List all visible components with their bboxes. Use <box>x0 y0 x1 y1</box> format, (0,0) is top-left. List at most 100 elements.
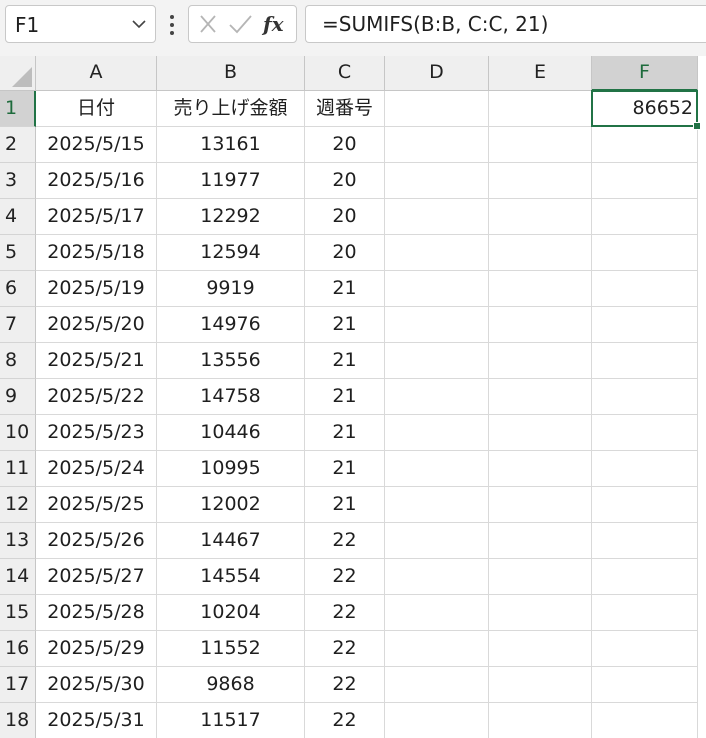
cell-c15[interactable]: 22 <box>305 595 385 631</box>
cell-f5[interactable] <box>592 235 698 271</box>
cell-b11[interactable]: 10995 <box>157 451 305 487</box>
cell-a13[interactable]: 2025/5/26 <box>36 523 157 559</box>
cell-c18[interactable]: 22 <box>305 703 385 738</box>
row-header-7[interactable]: 7 <box>0 307 36 343</box>
cell-e4[interactable] <box>489 199 592 235</box>
cell-c10[interactable]: 21 <box>305 415 385 451</box>
vertical-ellipsis-icon[interactable] <box>168 14 176 36</box>
row-header-1[interactable]: 1 <box>0 91 36 127</box>
cell-e3[interactable] <box>489 163 592 199</box>
cell-f15[interactable] <box>592 595 698 631</box>
column-header-b[interactable]: B <box>157 56 305 91</box>
check-icon[interactable] <box>225 6 255 42</box>
cell-b14[interactable]: 14554 <box>157 559 305 595</box>
row-header-16[interactable]: 16 <box>0 631 36 667</box>
cell-d7[interactable] <box>385 307 489 343</box>
row-header-12[interactable]: 12 <box>0 487 36 523</box>
row-header-5[interactable]: 5 <box>0 235 36 271</box>
cell-a7[interactable]: 2025/5/20 <box>36 307 157 343</box>
cell-d6[interactable] <box>385 271 489 307</box>
cell-f17[interactable] <box>592 667 698 703</box>
cell-f18[interactable] <box>592 703 698 738</box>
row-header-2[interactable]: 2 <box>0 127 36 163</box>
cell-a3[interactable]: 2025/5/16 <box>36 163 157 199</box>
cell-c8[interactable]: 21 <box>305 343 385 379</box>
cell-e5[interactable] <box>489 235 592 271</box>
fill-handle[interactable] <box>693 122 701 130</box>
cell-c6[interactable]: 21 <box>305 271 385 307</box>
cell-e11[interactable] <box>489 451 592 487</box>
cell-e10[interactable] <box>489 415 592 451</box>
cell-a12[interactable]: 2025/5/25 <box>36 487 157 523</box>
row-header-15[interactable]: 15 <box>0 595 36 631</box>
cell-b2[interactable]: 13161 <box>157 127 305 163</box>
name-box-value[interactable]: F1 <box>15 15 39 35</box>
cell-e17[interactable] <box>489 667 592 703</box>
cell-c1[interactable]: 週番号 <box>305 91 385 127</box>
row-header-18[interactable]: 18 <box>0 703 36 738</box>
cell-d4[interactable] <box>385 199 489 235</box>
name-box[interactable]: F1 <box>5 5 156 43</box>
cell-d3[interactable] <box>385 163 489 199</box>
column-header-e[interactable]: E <box>489 56 592 91</box>
cell-f16[interactable] <box>592 631 698 667</box>
cell-b18[interactable]: 11517 <box>157 703 305 738</box>
cell-c11[interactable]: 21 <box>305 451 385 487</box>
cell-f1[interactable]: 86652 <box>592 91 698 127</box>
column-header-d[interactable]: D <box>385 56 489 91</box>
column-header-a[interactable]: A <box>36 56 157 91</box>
cell-e2[interactable] <box>489 127 592 163</box>
cell-d5[interactable] <box>385 235 489 271</box>
cell-a10[interactable]: 2025/5/23 <box>36 415 157 451</box>
cell-d12[interactable] <box>385 487 489 523</box>
cell-b13[interactable]: 14467 <box>157 523 305 559</box>
cell-c7[interactable]: 21 <box>305 307 385 343</box>
cell-b9[interactable]: 14758 <box>157 379 305 415</box>
cell-f3[interactable] <box>592 163 698 199</box>
cell-f14[interactable] <box>592 559 698 595</box>
cell-d8[interactable] <box>385 343 489 379</box>
cell-b4[interactable]: 12292 <box>157 199 305 235</box>
row-header-14[interactable]: 14 <box>0 559 36 595</box>
row-header-17[interactable]: 17 <box>0 667 36 703</box>
cell-d1[interactable] <box>385 91 489 127</box>
cell-e1[interactable] <box>489 91 592 127</box>
cell-b10[interactable]: 10446 <box>157 415 305 451</box>
cell-a15[interactable]: 2025/5/28 <box>36 595 157 631</box>
row-header-11[interactable]: 11 <box>0 451 36 487</box>
cell-c5[interactable]: 20 <box>305 235 385 271</box>
cell-e14[interactable] <box>489 559 592 595</box>
row-header-6[interactable]: 6 <box>0 271 36 307</box>
cell-e15[interactable] <box>489 595 592 631</box>
row-header-9[interactable]: 9 <box>0 379 36 415</box>
cell-d2[interactable] <box>385 127 489 163</box>
select-all-corner[interactable] <box>0 56 36 91</box>
cell-d11[interactable] <box>385 451 489 487</box>
cell-b16[interactable]: 11552 <box>157 631 305 667</box>
cell-c9[interactable]: 21 <box>305 379 385 415</box>
fx-icon[interactable]: fx <box>263 6 293 42</box>
cell-f4[interactable] <box>592 199 698 235</box>
column-header-f[interactable]: F <box>592 56 698 91</box>
cell-b17[interactable]: 9868 <box>157 667 305 703</box>
column-header-c[interactable]: C <box>305 56 385 91</box>
cell-b15[interactable]: 10204 <box>157 595 305 631</box>
cell-a8[interactable]: 2025/5/21 <box>36 343 157 379</box>
cell-e12[interactable] <box>489 487 592 523</box>
cell-f2[interactable] <box>592 127 698 163</box>
cell-c2[interactable]: 20 <box>305 127 385 163</box>
cell-c4[interactable]: 20 <box>305 199 385 235</box>
cell-f7[interactable] <box>592 307 698 343</box>
cell-e6[interactable] <box>489 271 592 307</box>
cancel-x-icon[interactable] <box>193 6 223 42</box>
cell-e8[interactable] <box>489 343 592 379</box>
cell-f8[interactable] <box>592 343 698 379</box>
cell-a14[interactable]: 2025/5/27 <box>36 559 157 595</box>
cell-d14[interactable] <box>385 559 489 595</box>
cell-c14[interactable]: 22 <box>305 559 385 595</box>
cell-c17[interactable]: 22 <box>305 667 385 703</box>
cell-f11[interactable] <box>592 451 698 487</box>
formula-text[interactable]: =SUMIFS(B:B, C:C, 21) <box>322 14 548 34</box>
cell-d15[interactable] <box>385 595 489 631</box>
cell-c3[interactable]: 20 <box>305 163 385 199</box>
